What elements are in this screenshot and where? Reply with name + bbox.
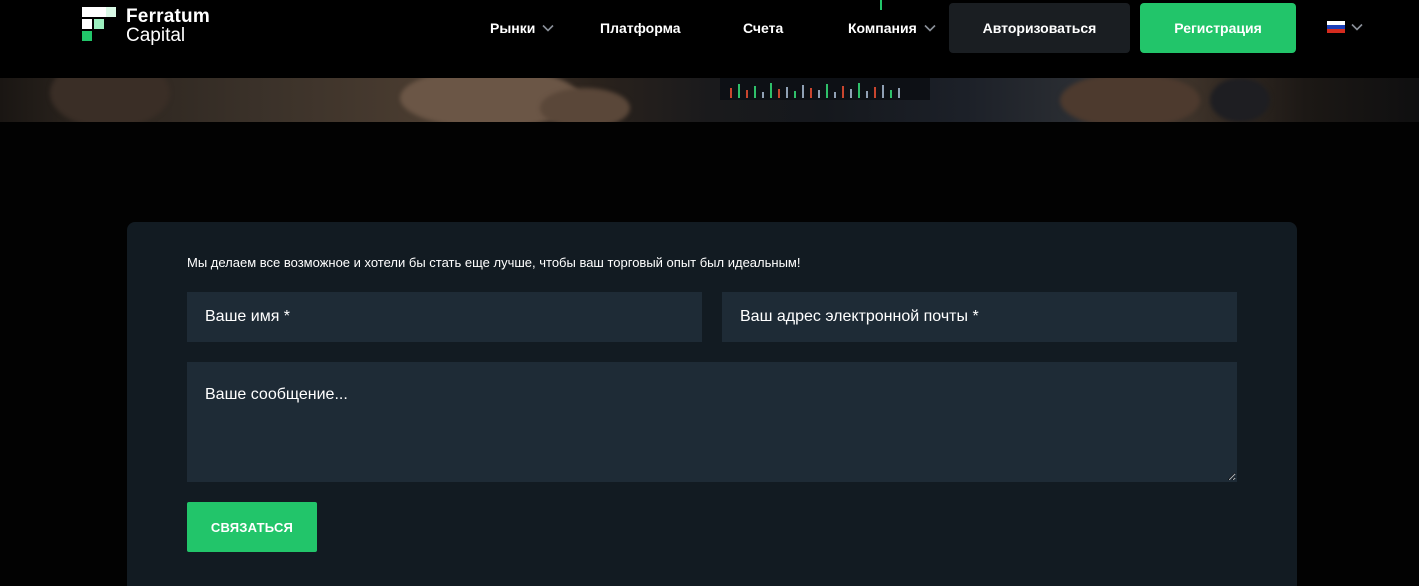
chevron-down-icon <box>924 24 936 32</box>
nav-item-label: Компания <box>848 20 917 36</box>
logo-mark-icon <box>82 7 116 45</box>
logo-name-line1: Ferratum <box>126 6 210 27</box>
nav-item-company[interactable]: Компания <box>848 18 936 38</box>
nav-item-markets[interactable]: Рынки <box>490 18 554 38</box>
email-field[interactable] <box>722 292 1237 342</box>
brand-logo[interactable]: Ferratum Capital <box>82 7 222 47</box>
logo-name-line2: Capital <box>126 25 186 46</box>
russia-flag-icon <box>1327 21 1345 33</box>
submit-button[interactable]: СВЯЗАТЬСЯ <box>187 502 317 552</box>
contact-form-card: Мы делаем все возможное и хотели бы стат… <box>127 222 1297 586</box>
page: Ferratum Capital Рынки Платформа Счета К… <box>0 0 1419 586</box>
nav-item-label: Счета <box>743 20 784 36</box>
contact-form-intro: Мы делаем все возможное и хотели бы стат… <box>187 255 801 270</box>
register-button[interactable]: Регистрация <box>1140 3 1296 53</box>
logo-wordmark: Ferratum Capital <box>126 7 210 45</box>
hero-image <box>0 78 1419 122</box>
nav-item-accounts[interactable]: Счета <box>743 18 783 38</box>
nav-item-platform[interactable]: Платформа <box>600 18 681 38</box>
name-field[interactable] <box>187 292 702 342</box>
message-field[interactable] <box>187 362 1237 482</box>
nav-active-indicator <box>880 0 882 10</box>
language-selector[interactable] <box>1327 19 1367 35</box>
login-button[interactable]: Авторизоваться <box>949 3 1130 53</box>
nav-item-label: Платформа <box>600 20 681 36</box>
nav-item-label: Рынки <box>490 20 536 36</box>
site-header: Ferratum Capital Рынки Платформа Счета К… <box>0 0 1419 78</box>
chevron-down-icon <box>1351 23 1363 31</box>
trading-screen-image <box>720 78 930 100</box>
chevron-down-icon <box>542 24 554 32</box>
